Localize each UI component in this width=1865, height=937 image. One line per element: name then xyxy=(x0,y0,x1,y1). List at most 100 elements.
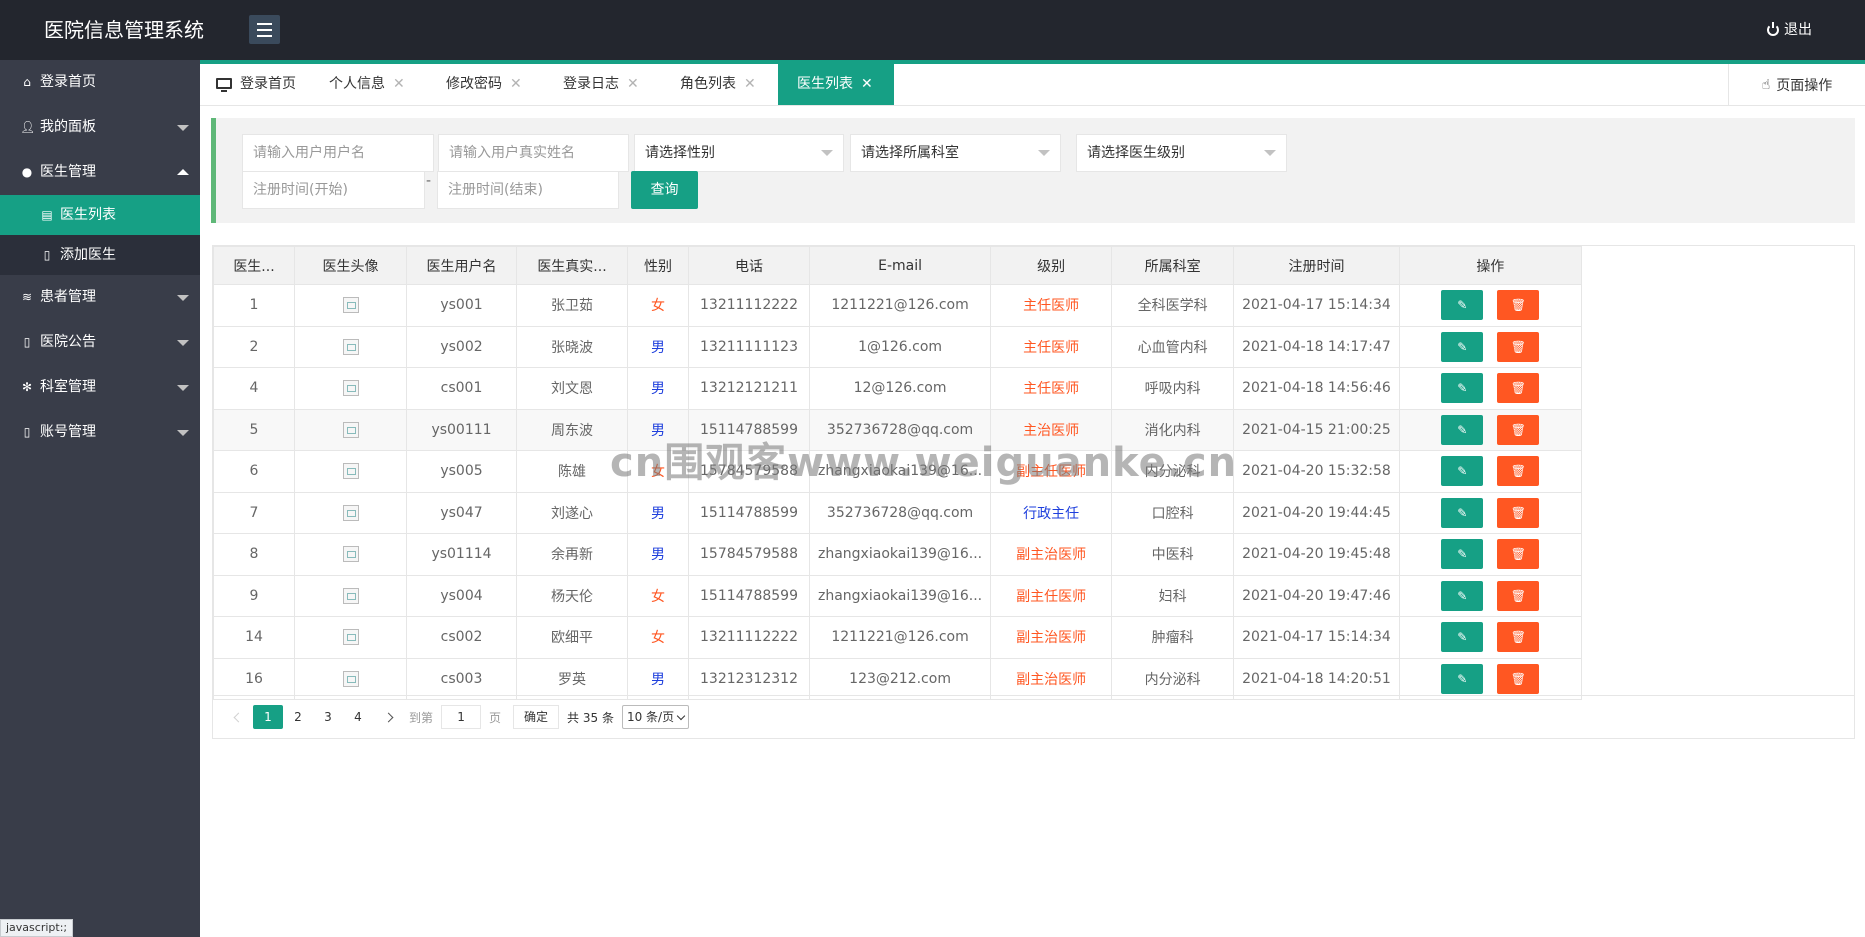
tab-personal-info[interactable]: 个人信息 ✕ xyxy=(329,64,405,105)
close-icon[interactable]: ✕ xyxy=(393,64,405,105)
logout-button[interactable]: 退出 xyxy=(1767,20,1812,40)
sidebar-item-hospital-notice[interactable]: ▯ 医院公告 xyxy=(0,320,200,365)
table-row[interactable]: 1 ys001 张卫茹女 13211112222 1211221@126.com 主任医师… xyxy=(213,284,1582,327)
edit-button[interactable]: ✎ xyxy=(1441,373,1484,404)
tab-login-log[interactable]: 登录日志 ✕ xyxy=(563,64,639,105)
cell-id: 14 xyxy=(213,616,295,659)
page-number[interactable]: 1 xyxy=(253,705,283,729)
page-number[interactable]: 4 xyxy=(343,705,373,729)
delete-button[interactable]: 🗑︎ xyxy=(1497,414,1540,445)
sidebar: ⌂ 登录首页 👤︎ 我的面板 ● 医生管理 ▤ 医生列表 ▯ 添加医生 ≋ 患者… xyxy=(0,60,200,937)
end-date-input[interactable]: 注册时间(结束) xyxy=(437,171,619,209)
sidebar-item-doctor-list[interactable]: ▤ 医生列表 xyxy=(0,195,200,235)
table-row[interactable]: 6 ys005 陈雄女 15784579588 zhangxiaokai139@16..… xyxy=(213,450,1582,493)
cell-username: ys002 xyxy=(406,325,517,368)
sidebar-item-patient-management[interactable]: ≋ 患者管理 xyxy=(0,275,200,320)
edit-button[interactable]: ✎ xyxy=(1441,622,1484,653)
cell-avatar xyxy=(294,367,407,410)
sidebar-item-doctor-management[interactable]: ● 医生管理 xyxy=(0,150,200,195)
column-header[interactable]: E-mail xyxy=(808,246,992,285)
menu-toggle-button[interactable] xyxy=(249,15,280,44)
notice-icon: ▯ xyxy=(23,335,31,349)
chevron-down-icon xyxy=(1264,150,1276,156)
sidebar-item-add-doctor[interactable]: ▯ 添加医生 xyxy=(0,235,200,275)
close-icon[interactable]: ✕ xyxy=(627,64,639,105)
page-operations-button[interactable]: ☝︎ 页面操作 xyxy=(1728,64,1865,105)
gender-select[interactable]: 请选择性别 xyxy=(634,134,844,172)
cell-username: ys001 xyxy=(406,284,517,327)
edit-button[interactable]: ✎ xyxy=(1441,580,1484,611)
prev-page-button[interactable] xyxy=(223,705,253,729)
delete-button[interactable]: 🗑︎ xyxy=(1497,373,1540,404)
cell-register-time: 2021-04-20 19:44:45 xyxy=(1233,491,1400,534)
column-header[interactable]: 性别 xyxy=(627,246,689,285)
page-size-select[interactable]: 10 条/页 xyxy=(621,705,690,729)
sidebar-item-my-panel[interactable]: 👤︎ 我的面板 xyxy=(0,105,200,150)
column-header[interactable]: 医生头像 xyxy=(294,246,407,285)
query-button[interactable]: 查询 xyxy=(631,171,698,209)
level-select[interactable]: 请选择医生级别 xyxy=(1076,134,1287,172)
tab-role-list[interactable]: 角色列表 ✕ xyxy=(680,64,756,105)
goto-page-input[interactable]: 1 xyxy=(441,705,482,729)
delete-button[interactable]: 🗑︎ xyxy=(1497,290,1540,321)
column-header[interactable]: 电话 xyxy=(688,246,810,285)
delete-button[interactable]: 🗑︎ xyxy=(1497,622,1540,653)
tab-change-password[interactable]: 修改密码 ✕ xyxy=(446,64,522,105)
table-row[interactable]: 4 cs001 刘文恩男 13212121211 12@126.com 主任医师 呼吸内科 2… xyxy=(213,367,1582,410)
page-number[interactable]: 3 xyxy=(313,705,343,729)
cell-realname: 杨天伦 xyxy=(516,574,628,617)
sidebar-item-label: 登录首页 xyxy=(40,74,96,90)
table-row[interactable]: 7 ys047 刘遂心男 15114788599 352736728@qq.com 行政主… xyxy=(213,491,1582,534)
delete-button[interactable]: 🗑︎ xyxy=(1497,663,1540,694)
delete-button[interactable]: 🗑︎ xyxy=(1497,497,1540,528)
column-header[interactable]: 所属科室 xyxy=(1111,246,1235,285)
doctor-icon: ● xyxy=(21,165,33,179)
cell-id: 7 xyxy=(213,491,295,534)
edit-button[interactable]: ✎ xyxy=(1441,497,1484,528)
tab-label: 个人信息 xyxy=(329,76,385,92)
delete-button[interactable]: 🗑︎ xyxy=(1497,331,1540,362)
column-header[interactable]: 医生真实... xyxy=(516,246,628,285)
table-row[interactable]: 5 ys00111 周东波男 15114788599 352736728@qq.com 主… xyxy=(213,408,1582,451)
page-number[interactable]: 2 xyxy=(283,705,313,729)
sidebar-item-department-management[interactable]: ✻ 科室管理 xyxy=(0,365,200,410)
realname-search-input[interactable]: 请输入用户真实姓名 xyxy=(438,134,629,172)
delete-button[interactable]: 🗑︎ xyxy=(1497,539,1540,570)
table-row[interactable]: 2 ys002 张晓波男 13211111123 1@126.com 主任医师 心血管内科 2… xyxy=(213,325,1582,368)
column-header[interactable]: 操作 xyxy=(1398,246,1582,285)
column-header[interactable]: 注册时间 xyxy=(1233,246,1400,285)
cell-department: 内分泌科 xyxy=(1111,450,1235,493)
next-page-button[interactable] xyxy=(373,705,403,729)
cell-avatar xyxy=(294,325,407,368)
close-icon[interactable]: ✕ xyxy=(861,64,873,105)
tab-home[interactable]: 登录首页 xyxy=(216,64,296,105)
edit-button[interactable]: ✎ xyxy=(1441,331,1484,362)
caret-down-icon xyxy=(177,385,189,391)
goto-confirm-button[interactable]: 确定 xyxy=(513,705,560,729)
delete-button[interactable]: 🗑︎ xyxy=(1497,580,1540,611)
close-icon[interactable]: ✕ xyxy=(510,64,522,105)
cell-avatar xyxy=(294,657,407,700)
cell-id: 5 xyxy=(213,408,295,451)
close-icon[interactable]: ✕ xyxy=(744,64,756,105)
edit-button[interactable]: ✎ xyxy=(1441,456,1484,487)
table-row[interactable]: 9 ys004 杨天伦女 15114788599 zhangxiaokai139@16.… xyxy=(213,574,1582,617)
department-select[interactable]: 请选择所属科室 xyxy=(850,134,1061,172)
column-header[interactable]: 医生用户名 xyxy=(406,246,517,285)
column-header[interactable]: 级别 xyxy=(990,246,1113,285)
sidebar-item-account-management[interactable]: ▯ 账号管理 xyxy=(0,410,200,455)
sidebar-item-home[interactable]: ⌂ 登录首页 xyxy=(0,60,200,105)
column-header[interactable]: 医生... xyxy=(213,246,295,285)
edit-button[interactable]: ✎ xyxy=(1441,663,1484,694)
delete-button[interactable]: 🗑︎ xyxy=(1497,456,1540,487)
username-search-input[interactable]: 请输入用户用户名 xyxy=(242,134,434,172)
tab-doctor-list[interactable]: 医生列表 ✕ xyxy=(778,64,894,105)
table-row[interactable]: 14 cs002 欧细平女 13211112222 1211221@126.com 副主治… xyxy=(213,616,1582,659)
table-row[interactable]: 16 cs003 罗英男 13212312312 123@212.com 副主治医师 内分泌… xyxy=(213,657,1582,700)
edit-button[interactable]: ✎ xyxy=(1441,414,1484,445)
edit-button[interactable]: ✎ xyxy=(1441,539,1484,570)
start-date-input[interactable]: 注册时间(开始) xyxy=(242,171,425,209)
edit-button[interactable]: ✎ xyxy=(1441,290,1484,321)
doctor-table: 医生... 医生头像 医生用户名 医生真实... 性别 电话 E-mail 级别… xyxy=(213,246,1582,700)
table-row[interactable]: 8 ys01114 余再新男 15784579588 zhangxiaokai139@1… xyxy=(213,533,1582,576)
